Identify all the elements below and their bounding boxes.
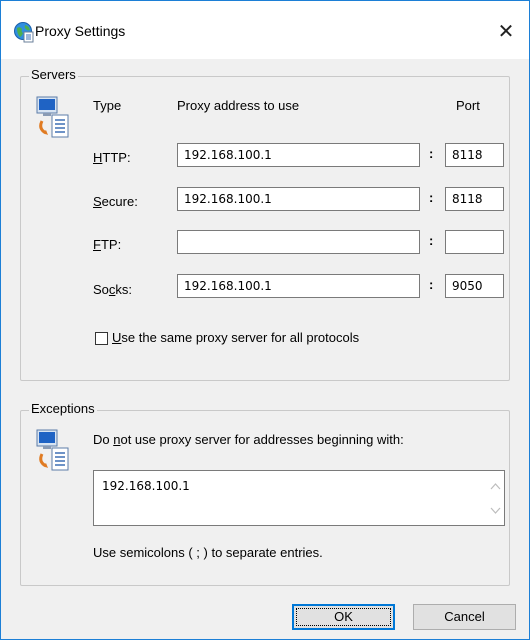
http-label: HTTP:: [93, 150, 131, 165]
exceptions-description: Do not use proxy server for addresses be…: [93, 432, 404, 447]
exceptions-scrollbar[interactable]: [487, 471, 504, 525]
title-bar: Proxy Settings ✕: [1, 1, 529, 59]
exceptions-group-label: Exceptions: [29, 401, 97, 416]
socks-port-input[interactable]: 9050: [445, 274, 504, 298]
cancel-button[interactable]: Cancel: [413, 604, 516, 630]
secure-port-input[interactable]: 8118: [445, 187, 504, 211]
network-computer-icon: [36, 429, 69, 471]
servers-group-label: Servers: [29, 67, 78, 82]
ok-button[interactable]: OK: [292, 604, 395, 630]
network-computer-icon: [36, 96, 69, 138]
same-proxy-label[interactable]: Use the same proxy server for all protoc…: [112, 330, 359, 345]
exceptions-textarea[interactable]: 192.168.100.1: [93, 470, 505, 526]
exceptions-value: 192.168.100.1: [102, 479, 190, 493]
proxy-settings-dialog: Proxy Settings ✕ Servers Type Proxy addr…: [0, 0, 530, 640]
secure-label: Secure:: [93, 194, 138, 209]
close-icon: ✕: [497, 21, 515, 43]
socks-label: Socks:: [93, 282, 133, 297]
http-port-input[interactable]: 8118: [445, 143, 504, 167]
exceptions-hint: Use semicolons ( ; ) to separate entries…: [93, 545, 323, 560]
http-colon: :: [429, 146, 434, 161]
socks-address-input[interactable]: 192.168.100.1: [177, 274, 420, 298]
secure-colon: :: [429, 190, 434, 205]
ftp-port-input[interactable]: [445, 230, 504, 254]
type-column-header: Type: [93, 98, 122, 113]
window-title: Proxy Settings: [35, 23, 126, 39]
ftp-label: FTP:: [93, 237, 122, 252]
close-button[interactable]: ✕: [491, 17, 521, 47]
same-proxy-checkbox[interactable]: [95, 332, 108, 345]
globe-icon: [14, 22, 34, 43]
ftp-colon: :: [429, 233, 434, 248]
http-address-input[interactable]: 192.168.100.1: [177, 143, 420, 167]
scroll-up-icon[interactable]: [490, 482, 501, 490]
address-column-header: Proxy address to use: [177, 98, 300, 113]
secure-address-input[interactable]: 192.168.100.1: [177, 187, 420, 211]
port-column-header: Port: [456, 98, 480, 113]
ftp-address-input[interactable]: [177, 230, 420, 254]
socks-colon: :: [429, 277, 434, 292]
scroll-down-icon[interactable]: [490, 507, 501, 515]
ok-focus-rect: [296, 608, 391, 626]
